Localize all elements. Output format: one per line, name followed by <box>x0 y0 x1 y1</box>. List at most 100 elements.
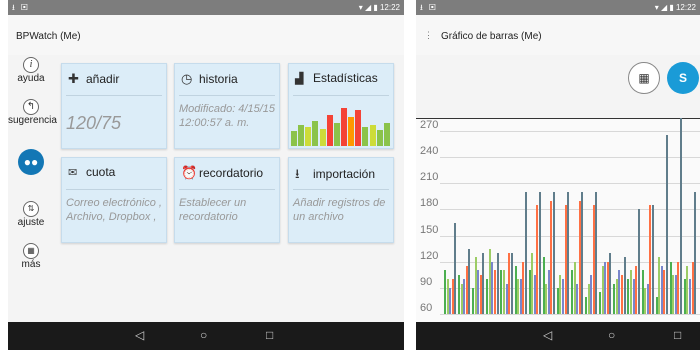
grid-line <box>440 157 700 159</box>
chart-bar <box>665 135 668 314</box>
notification-icons: ⭳ ▣ <box>12 3 30 12</box>
grid-line <box>440 261 700 263</box>
chart-bar <box>482 253 485 314</box>
grid-line <box>440 314 700 315</box>
stats-mini-chart <box>291 104 391 146</box>
avatar-letter: S <box>678 71 687 85</box>
chart-bar <box>538 192 541 314</box>
card-stats[interactable]: ▟ Estadísticas <box>288 63 394 149</box>
chart-bar <box>510 253 513 314</box>
card-quota-label: cuota <box>86 165 116 179</box>
sidebar-item-label: más <box>21 259 41 270</box>
chart-bar <box>694 192 697 314</box>
recents-icon[interactable]: □ <box>674 328 681 342</box>
grid-line <box>440 183 700 185</box>
card-stats-header: ▟ Estadísticas <box>295 71 387 85</box>
card-reminder[interactable]: ⏰ recordatorio Establecer un recordatorio <box>174 157 280 243</box>
card-quota[interactable]: ✉ cuota Correo electrónico , Archivo, Dro… <box>61 157 167 243</box>
chart-bar <box>524 192 527 314</box>
y-tick-label: 120 <box>420 249 439 262</box>
status-bar: ⭳ ▣ ▾ ◢ ▮ 12:22 <box>416 0 700 15</box>
people-icon: ●● <box>18 149 44 175</box>
sidebar-item-label: ajuste <box>17 217 45 228</box>
card-history-label: historia <box>199 72 238 86</box>
mini-bar <box>333 122 340 146</box>
chart-bar <box>496 253 499 314</box>
card-reminder-header: ⏰ recordatorio <box>181 165 273 181</box>
info-icon: i <box>23 57 39 73</box>
mini-bar <box>362 127 369 146</box>
app-title: Gráfico de barras (Me) <box>441 31 542 42</box>
back-icon[interactable]: ◁ <box>543 328 552 342</box>
status-time: 12:22 <box>379 3 400 12</box>
back-icon[interactable]: ◁ <box>135 328 144 342</box>
chart-bar <box>680 118 682 314</box>
history-icon: ◷ <box>181 71 193 86</box>
calendar-button[interactable]: ▦ <box>628 62 660 94</box>
user-avatar-button[interactable]: S <box>667 62 699 94</box>
app-bar: BPWatch (Me) <box>8 15 404 55</box>
right-screen: ⭳ ▣ ▾ ◢ ▮ 12:22 ⋮ Gráfico de barras (Me)… <box>416 0 700 350</box>
card-quota-header: ✉ cuota <box>68 165 160 179</box>
status-right: ▾ ◢ ▮ 12:22 <box>654 3 696 12</box>
card-import[interactable]: ⭳ importación Añadir registros de un arch… <box>288 157 394 243</box>
card-import-text: Añadir registros de un archivo <box>293 197 386 223</box>
mini-bar <box>326 114 333 146</box>
chart-bar <box>637 209 640 314</box>
chart-bar <box>454 222 457 314</box>
card-add-label: añadir <box>86 72 120 86</box>
mini-bar <box>369 125 376 146</box>
status-time: 12:22 <box>675 3 696 12</box>
card-history[interactable]: ◷ historia Modificado: 4/15/15 12:00:57 a… <box>174 63 280 149</box>
y-tick-label: 90 <box>420 275 433 288</box>
mini-bar <box>291 131 297 146</box>
chart-bar <box>651 205 654 314</box>
grid-line <box>440 209 700 211</box>
mini-bar <box>319 129 326 146</box>
app-title: BPWatch (Me) <box>16 31 81 42</box>
card-quota-text: Correo electrónico , Archivo, Dropbox , <box>66 197 162 223</box>
sidebar-item-mas[interactable]: ▦ más <box>8 243 54 270</box>
chart-bar <box>623 257 626 314</box>
sidebar-item-sugerencia[interactable]: ↰ sugerencia <box>8 99 57 126</box>
mini-bar <box>341 108 347 146</box>
share-icon: ✉ <box>68 167 78 179</box>
y-tick-label: 240 <box>420 145 439 158</box>
app-bar: ⋮ Gráfico de barras (Me) <box>416 15 700 55</box>
card-history-header: ◷ historia <box>181 71 273 87</box>
mini-bar <box>312 120 319 146</box>
y-tick-label: 150 <box>420 223 439 236</box>
card-reminder-label: recordatorio <box>199 166 264 180</box>
chart-bar <box>595 192 598 314</box>
chart-bar <box>581 192 584 314</box>
recents-icon[interactable]: □ <box>266 328 273 342</box>
app-icon: ▦ <box>23 243 39 259</box>
card-add[interactable]: ✚ añadir 120/75 <box>61 63 167 149</box>
left-screen: ⭳ ▣ ▾ ◢ ▮ 12:22 BPWatch (Me) i ayuda ↰ s… <box>8 0 404 350</box>
chart-bar <box>553 192 555 314</box>
calendar-icon: ▦ <box>638 71 650 85</box>
divider <box>66 189 162 190</box>
sidebar-item-label: ayuda <box>17 73 45 84</box>
mini-bar <box>383 122 390 146</box>
card-import-label: importación <box>313 167 376 181</box>
home-icon[interactable]: ○ <box>608 328 615 342</box>
y-tick-label: 60 <box>420 302 433 314</box>
alarm-icon: ⏰ <box>181 165 198 180</box>
divider <box>179 95 275 96</box>
mini-bar <box>298 125 305 146</box>
chart-bar <box>567 192 570 314</box>
system-nav-bar: ◁ ○ □ <box>416 322 700 350</box>
mini-bar <box>376 130 383 146</box>
home-icon[interactable]: ○ <box>200 328 207 342</box>
mini-bar <box>305 127 312 146</box>
sidebar-item-ajuste[interactable]: ⇅ ajuste <box>8 201 54 228</box>
menu-icon[interactable]: ⋮ <box>424 30 433 41</box>
sidebar-item-people[interactable]: ●● <box>8 149 54 175</box>
y-tick-label: 180 <box>420 197 439 210</box>
card-stats-label: Estadísticas <box>313 71 378 85</box>
card-add-header: ✚ añadir <box>68 71 160 87</box>
bar-chart: 60 90 120 150 180 210 240 270 <box>416 118 700 322</box>
sidebar-item-ayuda[interactable]: i ayuda <box>8 57 54 84</box>
chart-bar <box>609 253 612 314</box>
